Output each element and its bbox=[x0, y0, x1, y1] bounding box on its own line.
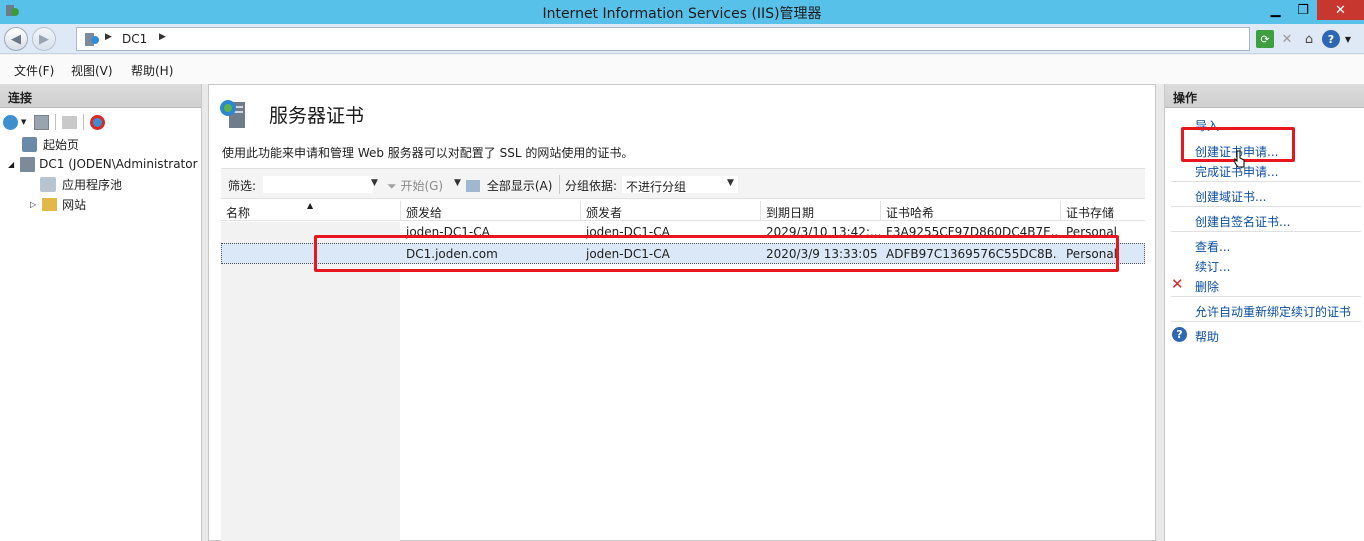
mouse-cursor-icon bbox=[1234, 150, 1245, 168]
forward-arrow-icon: ▶ bbox=[39, 31, 49, 47]
home-icon[interactable]: ⌂ bbox=[1300, 30, 1318, 48]
server-certificates-pane: 服务器证书 使用此功能来申请和管理 Web 服务器可以对配置了 SSL 的网站使… bbox=[208, 84, 1156, 541]
refresh-icon[interactable]: ⟳ bbox=[1256, 30, 1274, 48]
app-pool-icon bbox=[40, 176, 56, 192]
menu-help[interactable]: 帮助(H) bbox=[131, 62, 173, 79]
help-dropdown-icon[interactable]: ▼ bbox=[1344, 30, 1352, 48]
breadcrumb-item-dc1[interactable]: DC1 bbox=[122, 32, 147, 46]
tree-item-label: DC1 (JODEN\Administrator bbox=[39, 157, 198, 171]
filter-dropdown-icon[interactable]: ▼ bbox=[371, 178, 378, 188]
column-header-hash[interactable]: 证书哈希 bbox=[881, 201, 1061, 221]
close-button[interactable]: ✕ bbox=[1317, 0, 1364, 20]
filter-input[interactable] bbox=[262, 175, 374, 194]
disconnect-icon[interactable] bbox=[90, 114, 106, 130]
expand-icon[interactable]: ▷ bbox=[30, 200, 36, 209]
column-header-label: 名称 bbox=[226, 206, 251, 220]
server-certificate-icon bbox=[220, 100, 245, 128]
connections-toolbar: ▼ bbox=[0, 110, 200, 134]
filter-start-button[interactable]: ⏷ 开始(G) bbox=[387, 177, 443, 194]
column-header-issuer[interactable]: 颁发者 bbox=[581, 201, 761, 221]
tree-item-label: 网站 bbox=[62, 197, 87, 212]
sort-ascending-icon: ▲ bbox=[307, 201, 314, 210]
connect-dropdown-icon[interactable]: ▼ bbox=[21, 118, 26, 126]
show-all-icon bbox=[466, 180, 480, 192]
filter-start-label: 开始(G) bbox=[400, 179, 444, 193]
actions-divider bbox=[1171, 206, 1361, 207]
highlight-box-selected-certificate bbox=[314, 235, 1119, 272]
action-help[interactable]: 帮助 bbox=[1195, 328, 1219, 345]
maximize-button[interactable]: ❐ bbox=[1290, 0, 1316, 20]
window-title: Internet Information Services (IIS)管理器 bbox=[542, 6, 822, 22]
actions-divider bbox=[1171, 321, 1361, 322]
stop-icon[interactable]: ✕ bbox=[1278, 30, 1296, 48]
table-header: 名称 ▲ 颁发给 颁发者 到期日期 证书哈希 证书存储 bbox=[221, 201, 1145, 221]
help-circle-icon: ? bbox=[1172, 327, 1187, 342]
delete-x-icon: ✕ bbox=[1171, 275, 1184, 293]
tree-item-label: 起始页 bbox=[43, 137, 80, 152]
action-auto-rebind-renewed-certificate[interactable]: 允许自动重新绑定续订的证书 bbox=[1195, 303, 1351, 320]
column-header-issued-to[interactable]: 颁发给 bbox=[401, 201, 581, 221]
toolbar-divider bbox=[83, 114, 85, 130]
restore-icon: ❐ bbox=[1297, 2, 1309, 18]
show-all-label: 全部显示(A) bbox=[486, 179, 553, 193]
action-view[interactable]: 查看... bbox=[1195, 238, 1230, 255]
filter-bar: 筛选: ▼ ⏷ 开始(G) ▼ 全部显示(A) 分组依据: 不进行分组 ▼ bbox=[221, 168, 1145, 199]
group-by-value: 不进行分组 bbox=[626, 180, 687, 194]
breadcrumb-separator-icon: ▶ bbox=[105, 32, 112, 42]
actions-divider bbox=[1171, 181, 1361, 182]
connect-globe-icon[interactable] bbox=[3, 114, 18, 130]
connections-header: 连接 bbox=[0, 84, 201, 108]
column-header-store[interactable]: 证书存储 bbox=[1061, 201, 1145, 221]
forward-button[interactable]: ▶ bbox=[32, 27, 56, 51]
page-description: 使用此功能来申请和管理 Web 服务器可以对配置了 SSL 的网站使用的证书。 bbox=[222, 146, 634, 160]
action-delete[interactable]: 删除 bbox=[1195, 278, 1219, 295]
tree-item-dc1[interactable]: ◢ DC1 (JODEN\Administrator bbox=[8, 154, 198, 174]
actions-header: 操作 bbox=[1165, 84, 1364, 108]
minimize-button[interactable]: ▁ bbox=[1262, 0, 1289, 20]
filter-label: 筛选: bbox=[228, 179, 257, 193]
action-create-self-signed-certificate[interactable]: 创建自签名证书... bbox=[1195, 213, 1290, 230]
collapse-icon[interactable]: ◢ bbox=[8, 160, 14, 169]
toolbar-divider bbox=[55, 114, 57, 130]
action-create-domain-certificate[interactable]: 创建域证书... bbox=[1195, 188, 1266, 205]
page-title: 服务器证书 bbox=[269, 105, 365, 127]
server-icon bbox=[20, 156, 36, 172]
splitter-right[interactable] bbox=[1156, 84, 1164, 541]
breadcrumb[interactable]: ▶ DC1 ▶ bbox=[76, 27, 1250, 51]
address-toolbar: ⟳ ✕ ⌂ ? ▼ bbox=[1256, 28, 1352, 50]
tree-item-sites[interactable]: ▷ 网站 bbox=[30, 194, 86, 214]
up-level-icon[interactable] bbox=[62, 115, 78, 129]
back-arrow-icon: ◀ bbox=[11, 31, 21, 47]
filter-divider bbox=[559, 175, 560, 194]
column-header-name[interactable]: 名称 ▲ bbox=[221, 201, 401, 221]
start-dropdown-icon[interactable]: ▼ bbox=[454, 178, 461, 188]
tree-item-label: 应用程序池 bbox=[62, 177, 123, 192]
group-by-label: 分组依据: bbox=[565, 179, 618, 193]
address-bar: ◀ ▶ ▶ DC1 ▶ ⟳ ✕ ⌂ ? ▼ bbox=[0, 24, 1364, 54]
menu-file[interactable]: 文件(F) bbox=[14, 62, 54, 79]
back-button[interactable]: ◀ bbox=[4, 27, 28, 51]
tree-item-start-page[interactable]: 起始页 bbox=[22, 134, 79, 154]
menu-bar: 文件(F) 视图(V) 帮助(H) bbox=[0, 55, 1364, 84]
group-by-dropdown-icon[interactable]: ▼ bbox=[727, 178, 734, 188]
tree-item-app-pools[interactable]: 应用程序池 bbox=[40, 174, 122, 194]
save-icon[interactable] bbox=[34, 114, 50, 130]
connections-panel: 连接 ▼ 起始页 ◢ DC1 (JODEN\Administrator 应用程序… bbox=[0, 84, 202, 541]
actions-divider bbox=[1171, 296, 1361, 297]
help-icon[interactable]: ? bbox=[1322, 30, 1340, 48]
breadcrumb-expand-icon[interactable]: ▶ bbox=[159, 32, 166, 42]
funnel-icon: ⏷ bbox=[387, 179, 397, 193]
title-bar: Internet Information Services (IIS)管理器 ▁… bbox=[0, 0, 1364, 24]
action-renew[interactable]: 续订... bbox=[1195, 258, 1230, 275]
group-by-select[interactable]: 不进行分组 bbox=[621, 175, 739, 194]
minimize-icon: ▁ bbox=[1270, 2, 1281, 18]
column-header-expiration[interactable]: 到期日期 bbox=[761, 201, 881, 221]
close-icon: ✕ bbox=[1335, 2, 1346, 18]
server-icon bbox=[85, 33, 99, 46]
sites-folder-icon bbox=[42, 197, 58, 211]
start-page-icon bbox=[22, 136, 37, 152]
menu-view[interactable]: 视图(V) bbox=[71, 62, 113, 79]
actions-divider bbox=[1171, 231, 1361, 232]
show-all-button[interactable]: 全部显示(A) bbox=[466, 177, 552, 194]
